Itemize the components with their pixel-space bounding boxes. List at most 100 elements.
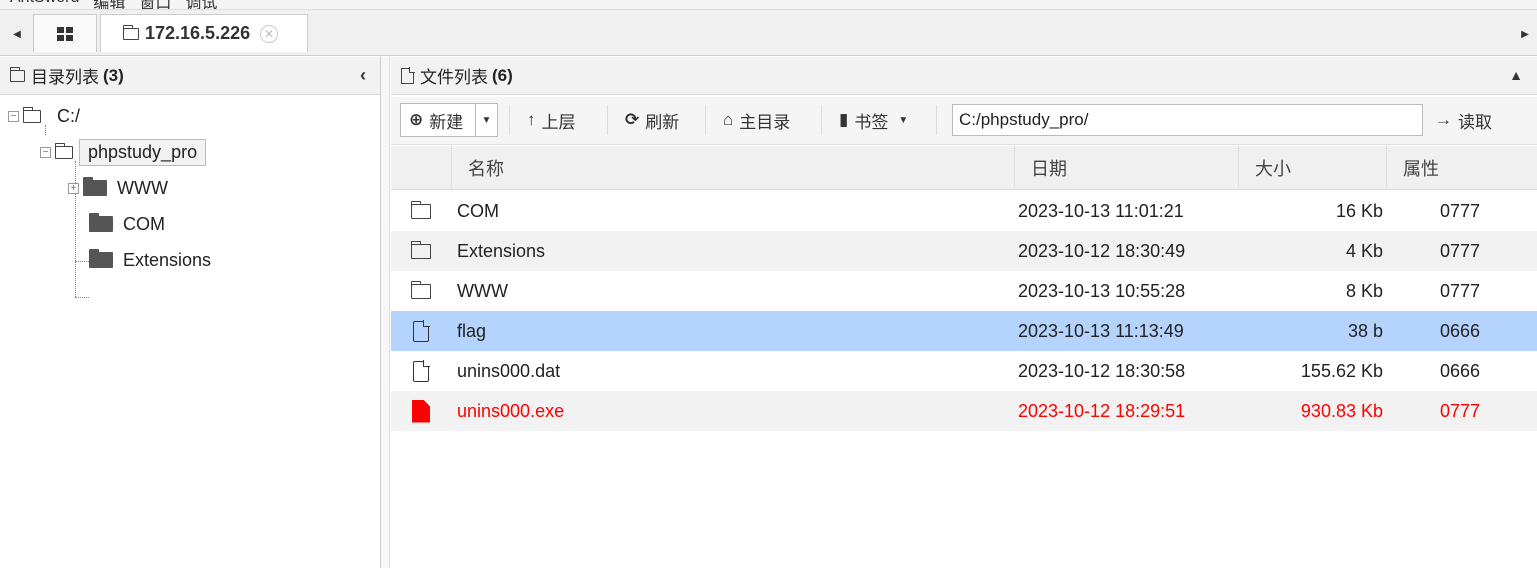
menu-edit[interactable]: 编辑	[93, 0, 125, 9]
menu-window[interactable]: 窗口	[139, 0, 171, 9]
plus-circle-icon: ⊕	[409, 110, 424, 129]
up-button-label: 上层	[541, 112, 576, 132]
tab-session-label: 172.16.5.226	[145, 23, 251, 43]
table-row[interactable]: WWW 2023-10-13 10:55:28 8 Kb 0777	[391, 271, 1537, 311]
table-row[interactable]: Extensions 2023-10-12 18:30:49 4 Kb 0777	[391, 231, 1537, 271]
directory-panel-title: 目录列表	[31, 68, 99, 87]
read-button[interactable]: → 读取	[1435, 103, 1492, 137]
tree-node-root[interactable]: − C:/	[8, 101, 80, 131]
file-date: 2023-10-12 18:29:51	[1018, 400, 1186, 421]
file-name: unins000.dat	[457, 360, 561, 381]
collapse-toggle-icon[interactable]: −	[40, 146, 51, 158]
file-count: (6)	[492, 65, 513, 85]
pane-splitter[interactable]	[381, 57, 390, 568]
table-row-selected[interactable]: flag 2023-10-13 11:13:49 38 b 0666	[391, 311, 1537, 351]
tree-node-label: C:/	[57, 105, 81, 126]
file-name: COM	[457, 200, 499, 221]
menu-debug[interactable]: 调试	[185, 0, 217, 9]
file-attr: 0666	[1440, 360, 1481, 381]
file-table-header: 名称 日期 大小 属性	[391, 146, 1537, 190]
bookmarks-button-label: 书签	[854, 112, 889, 132]
bookmark-icon: ▮	[839, 110, 849, 129]
tree-node-label: Extensions	[123, 249, 212, 270]
table-row[interactable]: unins000.exe 2023-10-12 18:29:51 930.83 …	[391, 391, 1537, 431]
folder-icon	[83, 177, 107, 196]
file-name: Extensions	[457, 240, 546, 261]
refresh-button-label: 刷新	[645, 112, 680, 132]
folder-outline-icon	[122, 24, 139, 40]
tab-bar: ◀ 172.16.5.226 ✕ ▶	[0, 10, 1537, 56]
tree-node-label: phpstudy_pro	[79, 138, 207, 166]
menu-antsword[interactable]: AntSword	[10, 0, 79, 9]
grid-icon	[57, 26, 73, 41]
up-button[interactable]: ↑ 上层	[527, 103, 576, 137]
column-name[interactable]: 名称	[451, 146, 1014, 190]
file-panel-header: 文件列表 (6) ▲	[391, 57, 1537, 95]
file-size: 4 Kb	[1345, 240, 1383, 261]
tree-node-com[interactable]: COM	[89, 209, 165, 239]
file-size: 155.62 Kb	[1300, 360, 1383, 381]
table-row[interactable]: COM 2023-10-13 11:01:21 16 Kb 0777	[391, 191, 1537, 231]
file-name: WWW	[457, 280, 508, 301]
close-icon[interactable]: ✕	[260, 24, 279, 43]
file-name: flag	[457, 320, 487, 341]
tree-node-phpstudy[interactable]: − phpstudy_pro	[40, 137, 207, 167]
column-date[interactable]: 日期	[1014, 146, 1238, 190]
file-size: 8 Kb	[1345, 280, 1383, 301]
column-attr[interactable]: 属性	[1386, 146, 1537, 190]
file-name: unins000.exe	[457, 400, 565, 421]
file-attr: 0777	[1440, 240, 1481, 261]
expand-toggle-icon[interactable]: +	[68, 182, 79, 194]
home-dir-button[interactable]: ⌂ 主目录	[723, 103, 790, 137]
file-size: 930.83 Kb	[1300, 400, 1383, 421]
new-button-label: 新建	[429, 112, 464, 132]
file-icon	[413, 359, 430, 382]
tab-session[interactable]: 172.16.5.226 ✕	[100, 14, 308, 52]
folder-icon	[89, 213, 113, 232]
file-date: 2023-10-12 18:30:49	[1018, 240, 1186, 261]
refresh-button[interactable]: ⟳ 刷新	[625, 103, 679, 137]
file-date: 2023-10-13 11:13:49	[1018, 320, 1184, 341]
file-size: 16 Kb	[1335, 200, 1383, 221]
table-row[interactable]: unins000.dat 2023-10-12 18:30:58 155.62 …	[391, 351, 1537, 391]
collapse-toggle-icon[interactable]: −	[8, 110, 19, 122]
directory-panel: 目录列表 (3) ‹ − C:/ − phpstudy_pro + WWW CO…	[0, 57, 381, 568]
tab-scroll-left-icon[interactable]: ◀	[10, 22, 24, 46]
bookmarks-button[interactable]: ▮ 书签 ▼	[839, 103, 908, 137]
file-toolbar: ⊕ 新建 ▼ ↑ 上层 ⟳ 刷新 ⌂ 主目录 ▮ 书签 ▼ → 读取	[391, 97, 1537, 145]
new-button[interactable]: ⊕ 新建 ▼	[400, 103, 498, 137]
folder-icon	[89, 249, 113, 268]
path-input[interactable]	[952, 104, 1423, 136]
collapse-up-icon[interactable]: ▲	[1509, 67, 1523, 83]
tab-scroll-right-icon[interactable]: ▶	[1518, 22, 1532, 46]
file-attr: 0777	[1440, 280, 1481, 301]
chevron-down-icon[interactable]: ▼	[475, 104, 497, 136]
arrow-right-icon: →	[1435, 110, 1452, 129]
file-attr: 0666	[1440, 320, 1481, 341]
folder-outline-icon	[9, 66, 25, 82]
file-attr: 0777	[1440, 200, 1481, 221]
file-date: 2023-10-13 10:55:28	[1018, 280, 1186, 301]
refresh-icon: ⟳	[625, 110, 640, 129]
file-icon	[413, 319, 430, 342]
file-attr: 0777	[1440, 400, 1481, 421]
chevron-down-icon: ▼	[898, 114, 909, 126]
tree-node-www[interactable]: + WWW	[68, 173, 168, 203]
folder-outline-icon	[54, 142, 73, 159]
folder-outline-icon	[410, 240, 431, 259]
file-panel-title: 文件列表	[420, 68, 488, 87]
folder-outline-icon	[22, 106, 41, 123]
file-date: 2023-10-12 18:30:58	[1018, 360, 1186, 381]
executable-file-icon	[412, 399, 430, 423]
tab-home[interactable]	[33, 14, 97, 52]
tree-node-extensions[interactable]: Extensions	[89, 245, 211, 275]
column-size[interactable]: 大小	[1238, 146, 1386, 190]
file-size: 38 b	[1347, 320, 1383, 341]
collapse-left-icon[interactable]: ‹	[360, 65, 366, 86]
folder-outline-icon	[410, 280, 431, 299]
file-date: 2023-10-13 11:01:21	[1018, 200, 1184, 221]
directory-count: (3)	[103, 65, 124, 85]
home-icon: ⌂	[723, 110, 734, 129]
directory-panel-header: 目录列表 (3) ‹	[0, 57, 380, 95]
home-dir-button-label: 主目录	[739, 112, 791, 132]
